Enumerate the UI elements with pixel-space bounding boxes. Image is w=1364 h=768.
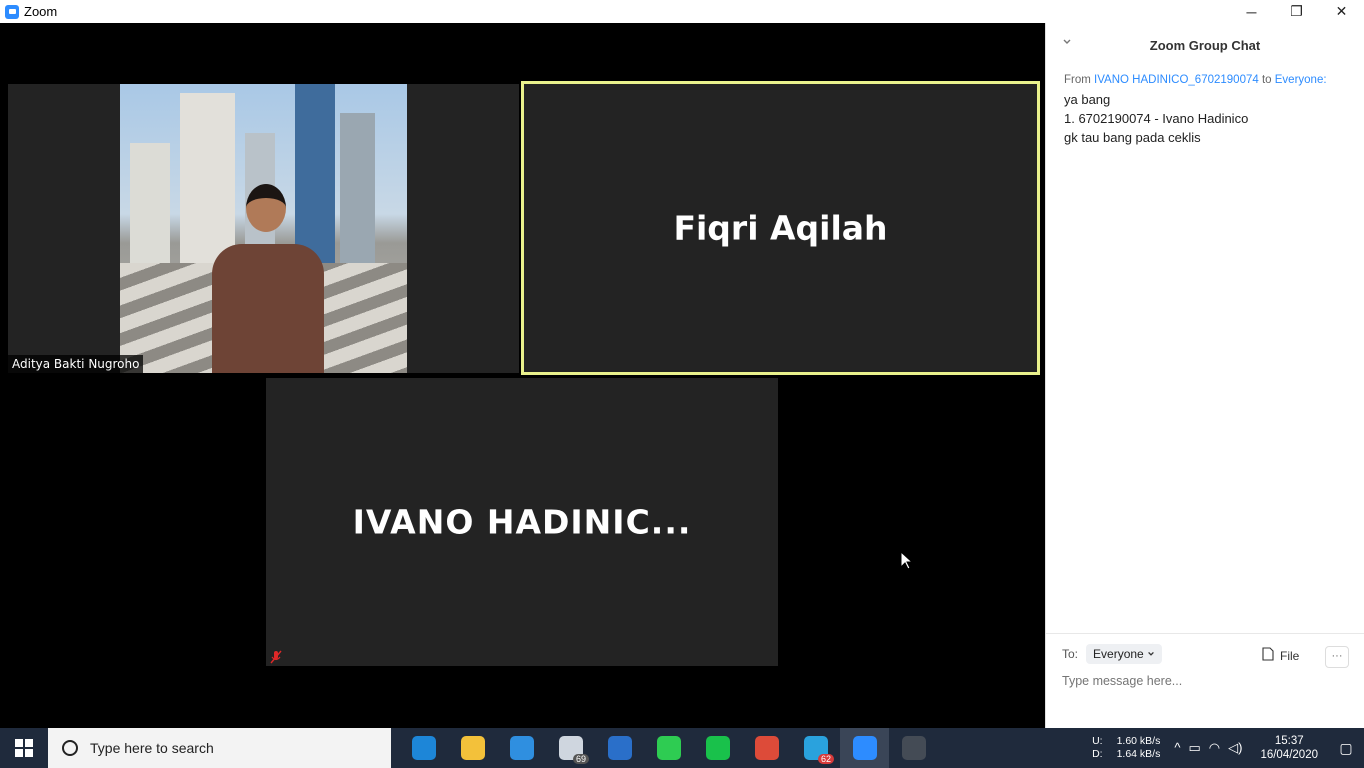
- restore-button[interactable]: ❐: [1274, 0, 1319, 23]
- windows-icon: [15, 739, 33, 757]
- mouse-cursor-icon: [900, 550, 914, 576]
- volume-icon[interactable]: ◁): [1228, 740, 1242, 756]
- reader-icon: [607, 736, 632, 760]
- chat-message-line: 1. 6702190074 - Ivano Hadinico: [1064, 111, 1249, 126]
- window-title: Zoom: [24, 4, 58, 19]
- taskbar: Type here to search 69 62 U: 1.60 kB/s D: 1…: [0, 728, 1364, 768]
- more-options-button[interactable]: ···: [1325, 646, 1349, 668]
- chat-message-meta: From IVANO HADINICO_6702190074 to Everyo…: [1064, 74, 1327, 86]
- chrome-icon: [754, 736, 779, 760]
- close-button[interactable]: ✕: [1319, 0, 1364, 23]
- chevron-down-icon: [1147, 647, 1155, 661]
- file-explorer-icon: [460, 736, 485, 760]
- title-bar: Zoom ─ ❐ ✕: [0, 0, 1364, 23]
- chat-title: Zoom Group Chat: [1149, 37, 1261, 53]
- participant-tile-ivano[interactable]: IVANO HADINIC...: [266, 378, 778, 666]
- participant-tile-aditya[interactable]: Aditya Bakti Nugroho: [8, 84, 519, 373]
- store-icon: [509, 736, 534, 760]
- participant-name: IVANO HADINIC...: [352, 502, 692, 542]
- start-button[interactable]: [0, 728, 48, 768]
- chat-message-line: ya bang: [1064, 92, 1111, 107]
- taskbar-app-button[interactable]: 69: [546, 728, 595, 768]
- chat-footer: To: Everyone File ···: [1046, 633, 1364, 728]
- badge-count: 62: [817, 754, 834, 764]
- chat-header: Zoom Group Chat: [1046, 23, 1364, 67]
- chat-recipient-link[interactable]: Everyone:: [1275, 74, 1327, 86]
- file-icon: [1262, 647, 1274, 664]
- taskbar-app-button[interactable]: [742, 728, 791, 768]
- whatsapp-icon: [656, 736, 681, 760]
- network-speed: U: 1.60 kB/s D: 1.64 kB/s: [1092, 735, 1161, 760]
- chat-sender-link[interactable]: IVANO HADINICO_6702190074: [1094, 74, 1259, 86]
- obs-icon: [901, 736, 926, 760]
- participant-name: Fiqri Aqilah: [673, 208, 888, 248]
- chat-message-input[interactable]: [1062, 674, 1342, 688]
- chevron-up-icon[interactable]: ^: [1174, 740, 1180, 756]
- edge-icon: [411, 736, 436, 760]
- clock[interactable]: 15:37 16/04/2020: [1260, 734, 1318, 762]
- file-button[interactable]: File: [1262, 647, 1299, 664]
- taskbar-app-button[interactable]: [399, 728, 448, 768]
- participant-video: [120, 84, 407, 373]
- taskbar-app-button[interactable]: [644, 728, 693, 768]
- zoom-icon: [852, 736, 877, 760]
- taskbar-app-button[interactable]: [497, 728, 546, 768]
- taskbar-app-button[interactable]: 62: [791, 728, 840, 768]
- chat-message-line: gk tau bang pada ceklis: [1064, 130, 1201, 145]
- participant-name-label: Aditya Bakti Nugroho: [8, 355, 144, 373]
- line-icon: [705, 736, 730, 760]
- zoom-app-icon: [5, 4, 19, 19]
- taskbar-app-button[interactable]: [889, 728, 938, 768]
- to-label: To:: [1062, 647, 1079, 661]
- search-icon: [62, 740, 78, 756]
- taskbar-app-button[interactable]: [595, 728, 644, 768]
- taskbar-app-button[interactable]: [693, 728, 742, 768]
- chat-messages: From IVANO HADINICO_6702190074 to Everyo…: [1046, 67, 1364, 151]
- taskbar-app-button[interactable]: [840, 728, 889, 768]
- taskbar-search[interactable]: Type here to search: [48, 728, 391, 768]
- taskbar-app-button[interactable]: [448, 728, 497, 768]
- mic-muted-icon: [269, 650, 285, 664]
- minimize-button[interactable]: ─: [1229, 0, 1274, 23]
- badge-count: 69: [572, 754, 589, 764]
- chat-panel: Zoom Group Chat From IVANO HADINICO_6702…: [1045, 23, 1364, 728]
- participant-tile-fiqri[interactable]: Fiqri Aqilah: [521, 81, 1040, 375]
- recipient-select[interactable]: Everyone: [1086, 644, 1163, 664]
- notification-icon[interactable]: ▢: [1328, 728, 1364, 768]
- battery-icon[interactable]: ▭: [1188, 740, 1200, 756]
- meeting-area: Aditya Bakti Nugroho Fiqri Aqilah IVANO …: [0, 23, 1045, 728]
- wifi-icon[interactable]: ◠: [1209, 740, 1220, 756]
- system-tray: U: 1.60 kB/s D: 1.64 kB/s ^ ▭ ◠ ◁) 15:37 1…: [1092, 728, 1364, 768]
- chevron-down-icon[interactable]: [1062, 37, 1076, 51]
